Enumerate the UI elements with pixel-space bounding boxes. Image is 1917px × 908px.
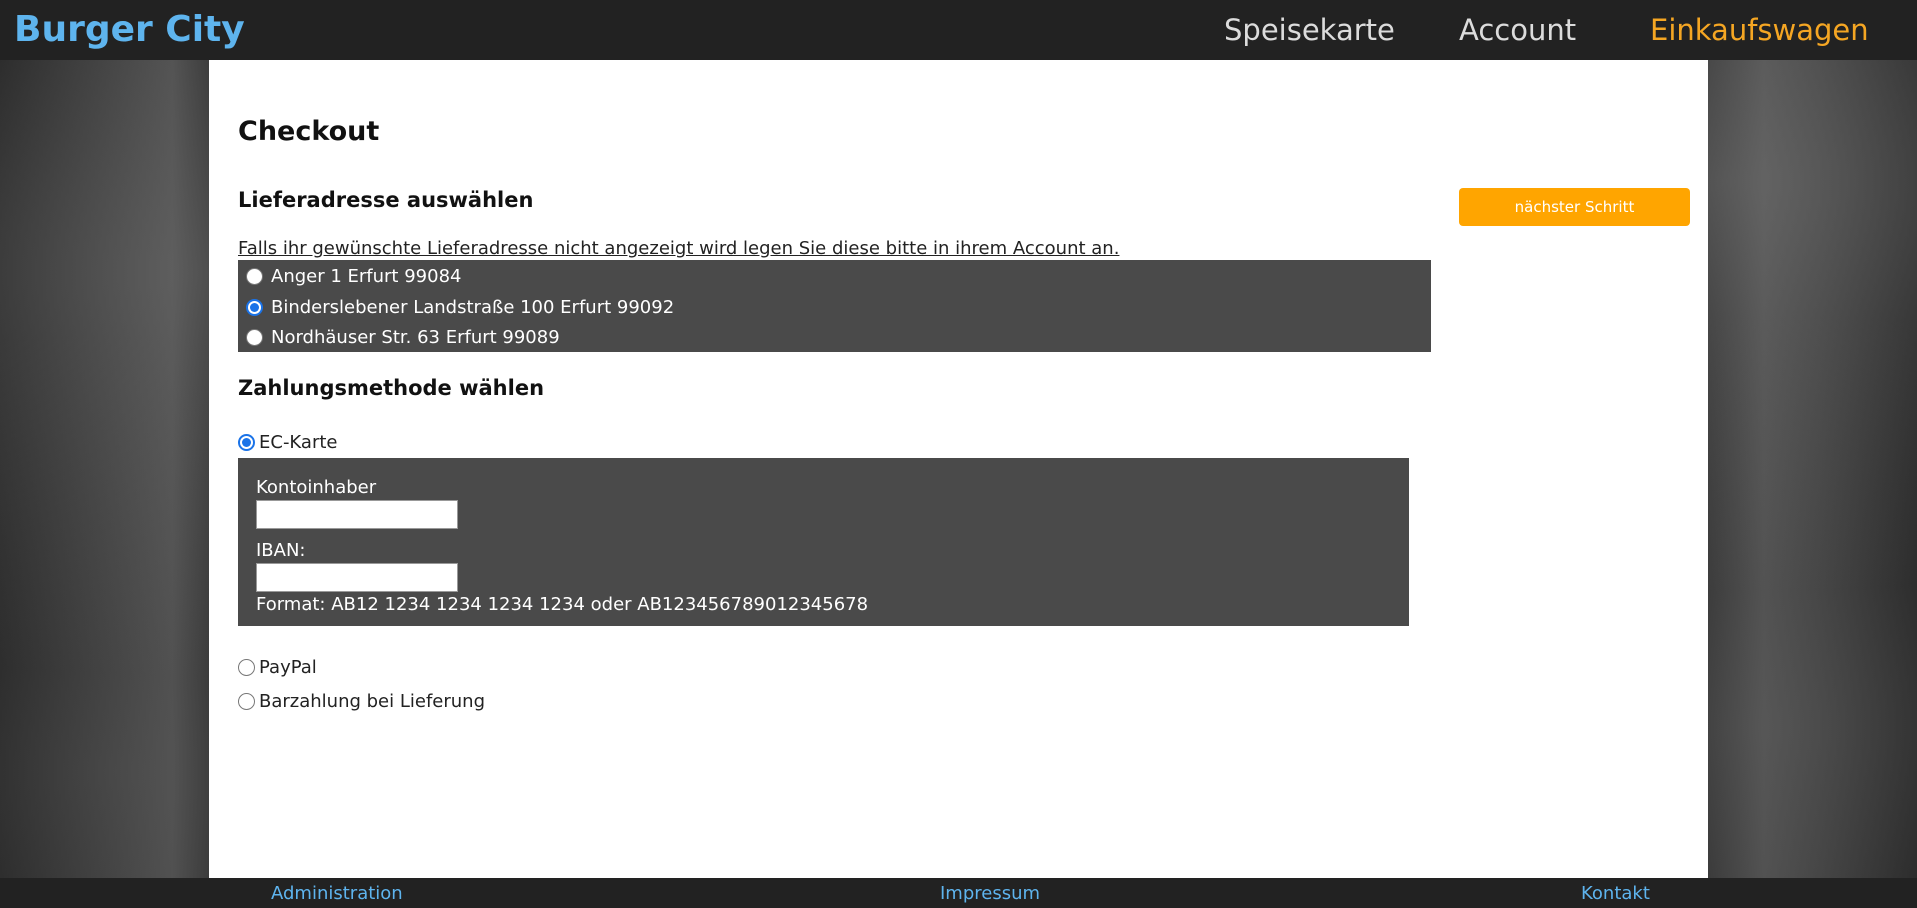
account-holder-input[interactable] <box>256 500 458 529</box>
address-label: Nordhäuser Str. 63 Erfurt 99089 <box>271 327 560 348</box>
top-navbar: Burger City Speisekarte Account Einkaufs… <box>0 0 1917 60</box>
payment-section-title: Zahlungsmethode wählen <box>238 376 545 400</box>
footer: Administration Impressum Kontakt <box>0 878 1917 908</box>
address-option[interactable]: Anger 1 Erfurt 99084 <box>246 266 461 287</box>
next-step-button[interactable]: nächster Schritt <box>1459 188 1690 226</box>
page-title: Checkout <box>238 116 380 147</box>
footer-link-kontakt[interactable]: Kontakt <box>1581 883 1650 904</box>
nav-account[interactable]: Account <box>1459 12 1576 48</box>
payment-option-ec[interactable]: EC-Karte <box>238 432 338 453</box>
payment-option-paypal[interactable]: PayPal <box>238 657 317 678</box>
radio-unchecked-icon[interactable] <box>246 329 263 346</box>
ec-label: EC-Karte <box>259 432 338 453</box>
checkout-panel: Checkout Lieferadresse auswählen Falls i… <box>209 60 1708 878</box>
ec-details-box: Kontoinhaber IBAN: Format: AB12 1234 123… <box>238 458 1409 626</box>
address-list: Anger 1 Erfurt 99084 Binderslebener Land… <box>238 260 1431 352</box>
footer-link-administration[interactable]: Administration <box>271 883 403 904</box>
radio-checked-icon[interactable] <box>238 434 255 451</box>
brand-logo[interactable]: Burger City <box>14 8 245 52</box>
nav-einkaufswagen[interactable]: Einkaufswagen <box>1650 12 1869 48</box>
cash-label: Barzahlung bei Lieferung <box>259 691 486 712</box>
radio-unchecked-icon[interactable] <box>238 659 255 676</box>
address-label: Anger 1 Erfurt 99084 <box>271 266 462 287</box>
iban-format-hint: Format: AB12 1234 1234 1234 1234 oder AB… <box>256 594 869 615</box>
radio-unchecked-icon[interactable] <box>246 268 263 285</box>
address-hint: Falls ihr gewünschte Lieferadresse nicht… <box>238 238 1120 259</box>
address-option-selected[interactable]: Binderslebener Landstraße 100 Erfurt 990… <box>246 297 674 318</box>
account-holder-label: Kontoinhaber <box>256 477 377 498</box>
address-section-title: Lieferadresse auswählen <box>238 188 534 212</box>
radio-unchecked-icon[interactable] <box>238 693 255 710</box>
radio-checked-icon[interactable] <box>246 299 263 316</box>
iban-label: IBAN: <box>256 540 306 561</box>
footer-link-impressum[interactable]: Impressum <box>940 883 1040 904</box>
address-label: Binderslebener Landstraße 100 Erfurt 990… <box>271 297 675 318</box>
paypal-label: PayPal <box>259 657 317 678</box>
address-option[interactable]: Nordhäuser Str. 63 Erfurt 99089 <box>246 327 560 348</box>
payment-option-cash[interactable]: Barzahlung bei Lieferung <box>238 691 485 712</box>
nav-speisekarte[interactable]: Speisekarte <box>1224 12 1395 48</box>
iban-input[interactable] <box>256 563 458 592</box>
